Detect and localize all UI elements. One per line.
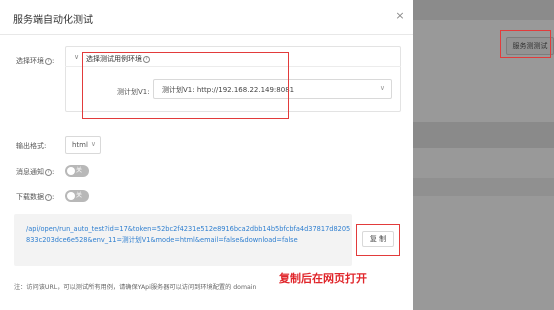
modal-header: 服务端自动化测试 × <box>0 0 413 35</box>
env-label-row: 选择环境?: <box>16 56 54 66</box>
toggle-knob <box>67 192 75 200</box>
toggle-text: 关 <box>76 167 83 174</box>
annotation-box-copy <box>356 224 400 256</box>
modal-title: 服务端自动化测试 <box>13 15 93 26</box>
url-note: 注：访问该URL，可以测试所有用例，请确保YApi服务器可以访问到环境配置的 d… <box>14 284 257 291</box>
download-toggle[interactable]: 关 <box>65 190 89 202</box>
download-label: 下载数据 <box>16 193 44 201</box>
toggle-text: 关 <box>76 192 83 199</box>
annotation-box-background-button <box>500 30 551 58</box>
chevron-down-icon[interactable]: ∨ <box>74 53 79 61</box>
download-label-row: 下载数据?: <box>16 193 55 201</box>
url-box: /api/open/run_auto_test?id=17&token=52bc… <box>14 214 352 266</box>
notify-label-row: 消息通知?: <box>16 168 55 176</box>
notify-toggle[interactable]: 关 <box>65 165 89 177</box>
format-select-value: html <box>72 141 88 149</box>
help-icon: ? <box>45 193 52 201</box>
env-label: 选择环境 <box>16 57 44 65</box>
toggle-knob <box>67 167 75 175</box>
format-select[interactable]: html ∨ <box>65 136 101 154</box>
help-icon: ? <box>45 168 52 176</box>
annotation-box-env <box>82 52 289 119</box>
notify-label: 消息通知 <box>16 168 44 176</box>
close-icon[interactable]: × <box>392 8 408 24</box>
env-label-colon: : <box>52 57 55 65</box>
format-label: 输出格式: <box>16 142 47 150</box>
help-icon: ? <box>45 57 52 65</box>
chevron-down-icon: ∨ <box>379 84 385 92</box>
auto-test-modal: 服务端自动化测试 × 选择环境?: ∨ 选择测试用例环境? 测计划V1: 测计划… <box>0 0 413 310</box>
test-url-link[interactable]: /api/open/run_auto_test?id=17&token=52bc… <box>26 224 352 245</box>
chevron-down-icon: ∨ <box>90 140 96 148</box>
annotation-text: 复制后在网页打开 <box>279 272 367 285</box>
